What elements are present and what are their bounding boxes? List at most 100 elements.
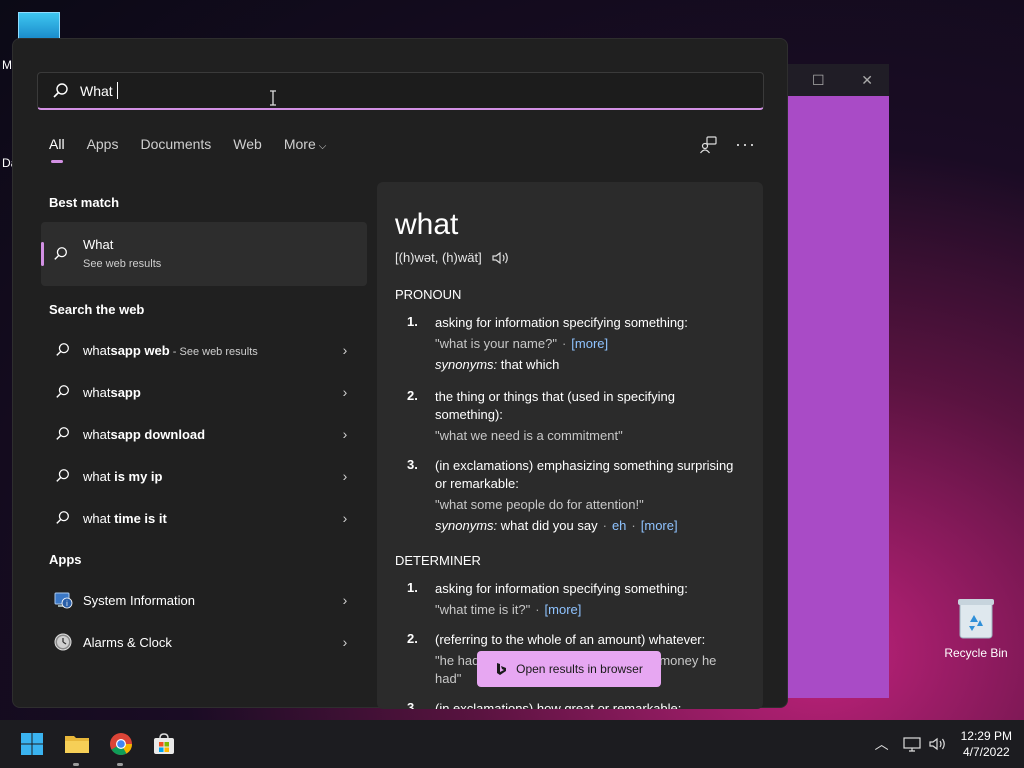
chrome-icon	[110, 733, 132, 755]
tab-documents[interactable]: Documents	[140, 136, 211, 158]
search-icon	[53, 340, 73, 360]
maximize-icon[interactable]: ☐	[812, 72, 825, 89]
taskbar-file-explorer[interactable]	[61, 728, 93, 766]
svg-text:i: i	[66, 600, 68, 608]
web-result-prefix: what	[83, 384, 111, 400]
definition-example: "what is your name?"	[435, 336, 557, 351]
taskbar-chrome[interactable]	[105, 728, 137, 766]
web-result-prefix: what	[83, 510, 111, 526]
best-match-item[interactable]: What See web results	[41, 222, 367, 286]
speaker-icon[interactable]	[492, 251, 510, 265]
definition-entry: 1. asking for information specifying som…	[395, 580, 745, 619]
taskbar-clock[interactable]: 12:29 PM 4/7/2022	[961, 728, 1012, 760]
volume-icon[interactable]	[929, 737, 947, 751]
definition-example: "what time is it?"	[435, 602, 531, 617]
synonym-link[interactable]: eh	[612, 518, 626, 533]
app-item-system-information[interactable]: i System Information ›	[41, 581, 367, 619]
chevron-right-icon: ›	[342, 384, 348, 400]
app-item-label: Alarms & Clock	[83, 634, 172, 650]
open-results-in-browser-button[interactable]: Open results in browser	[477, 651, 661, 687]
chevron-up-icon[interactable]: ︿	[875, 734, 889, 754]
app-item-label: System Information	[83, 592, 195, 608]
search-icon	[53, 424, 73, 444]
clock-date: 4/7/2022	[962, 745, 1010, 759]
app-item-alarms-clock[interactable]: Alarms & Clock ›	[41, 623, 367, 661]
search-query: What	[80, 82, 113, 99]
definition-number: 1.	[407, 314, 418, 329]
desktop-icon-label: M	[2, 58, 12, 72]
tab-apps[interactable]: Apps	[87, 136, 119, 158]
web-result-completion: sapp	[110, 384, 141, 400]
more-link[interactable]: [more]	[545, 602, 582, 617]
start-button[interactable]	[16, 728, 48, 760]
system-tray: ︿ 12:29 PM 4/7/2022	[875, 720, 1024, 768]
taskbar: ︿ 12:29 PM 4/7/2022	[0, 720, 1024, 768]
web-result-item[interactable]: what time is it ›	[41, 499, 367, 537]
close-icon[interactable]: ✕	[861, 72, 873, 89]
search-icon	[53, 508, 73, 528]
search-tabs: All Apps Documents Web More ⌵	[49, 136, 348, 163]
pronunciation-text: [(h)wət, (h)wät]	[395, 250, 482, 265]
web-result-item[interactable]: whatsapp ›	[41, 373, 367, 411]
chevron-right-icon: ›	[342, 342, 348, 358]
web-result-hint: - See web results	[169, 345, 258, 358]
tab-web[interactable]: Web	[233, 136, 262, 158]
web-result-item[interactable]: what is my ip ›	[41, 457, 367, 495]
definition-text: the thing or things that (used in specif…	[435, 389, 675, 422]
chevron-right-icon: ›	[342, 634, 348, 650]
web-result-item[interactable]: whatsapp web - See web results ›	[41, 331, 367, 369]
tab-all[interactable]: All	[49, 136, 65, 163]
definition-entry: 2. the thing or things that (used in spe…	[395, 388, 745, 445]
definition-example: "what some people do for attention!"	[435, 497, 644, 512]
definition-text: (in exclamations) emphasizing something …	[435, 458, 734, 491]
network-icon[interactable]	[903, 736, 921, 752]
definition-preview-pane[interactable]: what [(h)wət, (h)wät] PRONOUN 1. asking …	[377, 182, 763, 709]
tab-more-label: More	[283, 136, 316, 152]
chevron-right-icon: ›	[342, 592, 348, 608]
definition-entry: 3. (in exclamations) how great or remark…	[395, 700, 745, 709]
definition-number: 3.	[407, 457, 418, 472]
background-window[interactable]: ☐ ✕	[788, 64, 889, 698]
definition-word: what	[395, 208, 459, 241]
apps-heading: Apps	[49, 552, 82, 567]
web-result-completion: time is it	[110, 510, 167, 526]
bing-icon	[497, 663, 507, 675]
search-icon	[53, 466, 73, 486]
search-panel: What All Apps Documents Web More ⌵ ··· Be…	[12, 38, 788, 709]
best-match-heading: Best match	[49, 195, 120, 210]
search-web-heading: Search the web	[49, 302, 145, 317]
system-information-icon: i	[53, 590, 73, 610]
folder-icon	[65, 736, 89, 753]
running-indicator	[117, 763, 123, 766]
recycle-bin[interactable]: Recycle Bin	[940, 598, 1012, 660]
more-link[interactable]: [more]	[641, 518, 678, 533]
recycle-bin-icon	[957, 598, 995, 640]
best-match-title: What	[83, 237, 114, 252]
synonyms-label: synonyms:	[435, 357, 498, 372]
taskbar-microsoft-store[interactable]	[148, 728, 180, 760]
search-input[interactable]: What	[37, 72, 764, 110]
more-link[interactable]: [more]	[571, 336, 608, 351]
definition-example: "what we need is a commitment"	[435, 428, 623, 443]
clock-time: 12:29 PM	[960, 729, 1012, 743]
chevron-right-icon: ›	[342, 468, 348, 484]
web-result-item[interactable]: whatsapp download ›	[41, 415, 367, 453]
part-of-speech-determiner: DETERMINER	[395, 553, 481, 568]
windows-logo-icon	[21, 733, 43, 755]
search-icon	[53, 82, 68, 98]
synonyms-label: synonyms:	[435, 518, 498, 533]
store-icon	[154, 733, 174, 754]
web-result-prefix: what	[83, 426, 111, 442]
web-result-prefix: what	[83, 342, 111, 358]
definition-number: 1.	[407, 580, 418, 595]
account-switch-icon[interactable]	[699, 135, 717, 154]
tab-more[interactable]: More ⌵	[284, 136, 327, 158]
alarm-clock-icon	[53, 632, 73, 652]
synonyms-text: that which	[500, 357, 560, 372]
definition-number: 2.	[407, 631, 418, 646]
open-results-label: Open results in browser	[516, 662, 643, 676]
definition-entry: 3. (in exclamations) emphasizing somethi…	[395, 457, 745, 535]
more-options-icon[interactable]: ···	[735, 134, 756, 155]
definition-text: (in exclamations) how great or remarkabl…	[435, 701, 682, 709]
definition-text: asking for information specifying someth…	[435, 315, 688, 330]
